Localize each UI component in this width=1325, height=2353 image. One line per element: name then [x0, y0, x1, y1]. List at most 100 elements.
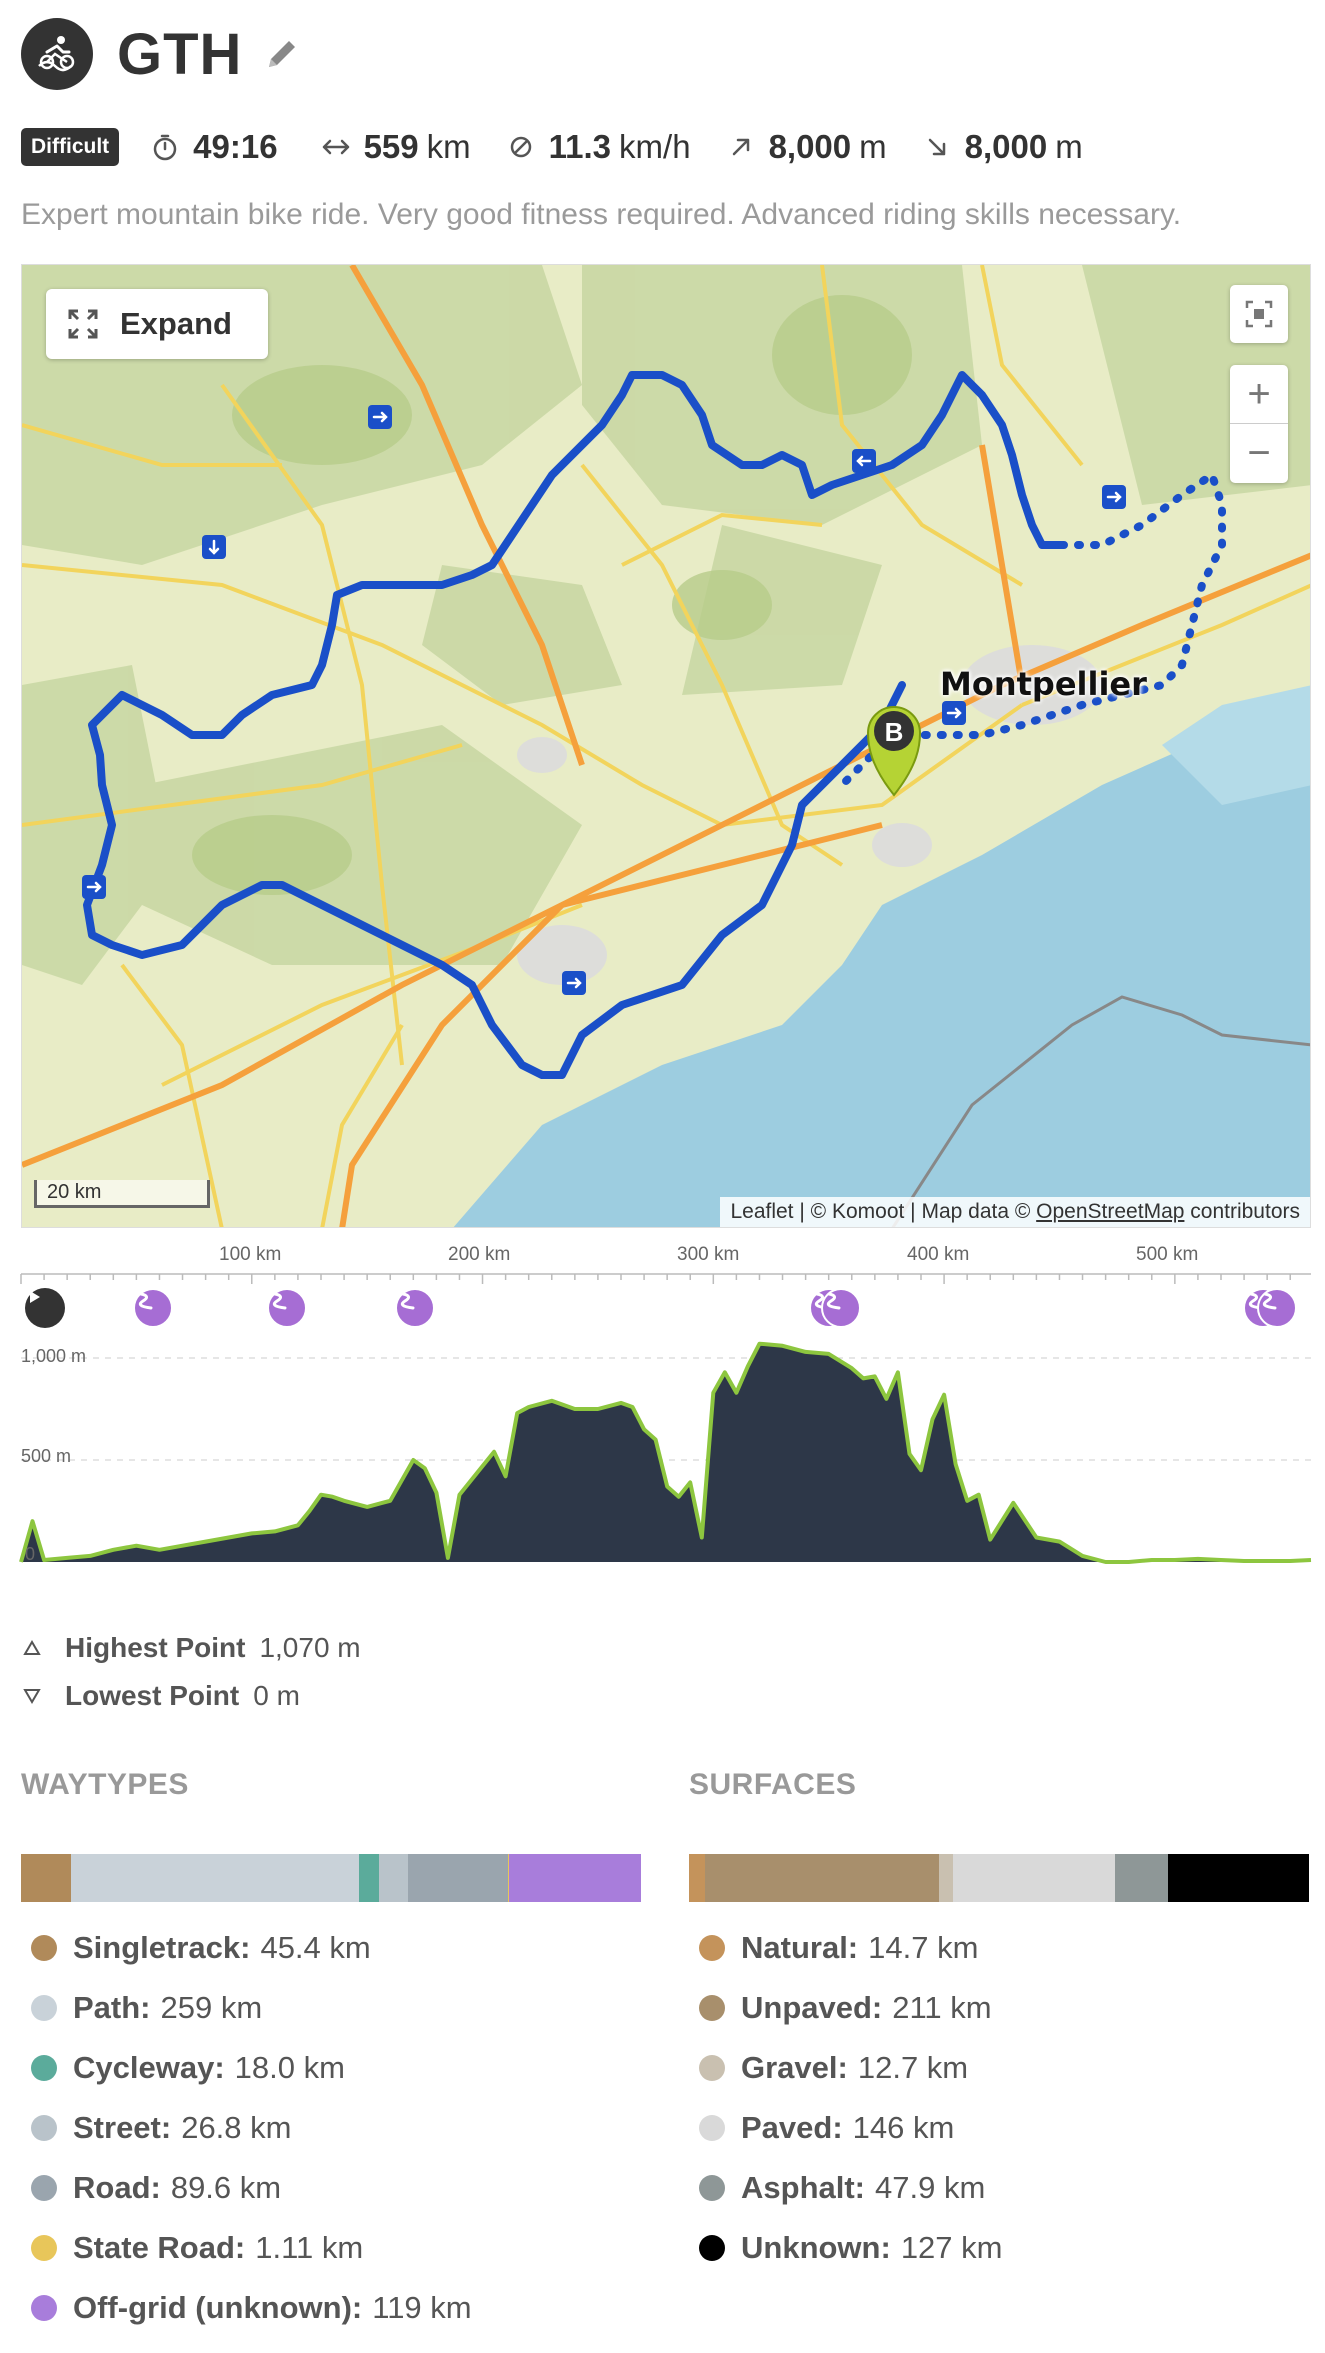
elevation-profile[interactable]: 100 km 200 km 300 km 400 km 500 km 1,000…	[19, 1240, 1312, 1570]
highlight-icon	[272, 1292, 287, 1310]
surfaces-legend-item[interactable]: Natural: 14.7 km	[689, 1918, 1309, 1978]
waytypes-bar[interactable]	[21, 1854, 641, 1902]
legend-color-dot	[31, 2295, 57, 2321]
legend-color-dot	[699, 2175, 725, 2201]
edit-title-button[interactable]	[260, 32, 304, 76]
zoom-out-button[interactable]: −	[1230, 424, 1288, 483]
altitude-tick-label: 0	[25, 1544, 36, 1564]
waytypes-legend-item[interactable]: Road: 89.6 km	[21, 2158, 641, 2218]
waytypes-legend-item[interactable]: Path: 259 km	[21, 1978, 641, 2038]
expand-icon	[68, 309, 98, 339]
legend-value: 259 km	[160, 1990, 263, 2025]
uphill-unit: m	[859, 128, 887, 165]
uphill-value: 8,000	[768, 128, 852, 165]
highlight-marker[interactable]	[267, 1288, 307, 1328]
attribution-text: | © Komoot | Map data ©	[793, 1200, 1037, 1223]
legend-label: Asphalt:	[741, 2170, 865, 2205]
uphill-stat: 8,000 m	[723, 128, 887, 166]
waytypes-legend-item[interactable]: Cycleway: 18.0 km	[21, 2038, 641, 2098]
highest-point-value: 1,070 m	[259, 1632, 361, 1663]
highlight-marker[interactable]	[1257, 1288, 1297, 1328]
surfaces-legend-item[interactable]: Paved: 146 km	[689, 2098, 1309, 2158]
distance-value: 559	[363, 128, 419, 165]
lowest-point-value: 0 m	[253, 1680, 300, 1711]
legend-value: 211 km	[892, 1990, 992, 2025]
downhill-value: 8,000	[964, 128, 1048, 165]
surfaces-legend-item[interactable]: Unpaved: 211 km	[689, 1978, 1309, 2038]
legend-value: 89.6 km	[170, 2170, 282, 2205]
legend-value: 146 km	[852, 2110, 955, 2145]
surfaces-bar-segment[interactable]	[1168, 1854, 1309, 1902]
highest-point-label: Highest Point	[65, 1632, 246, 1663]
recenter-icon	[1245, 300, 1273, 328]
legend-label: Paved:	[741, 2110, 843, 2145]
waytypes-legend: Singletrack: 45.4 km Path: 259 km Cycleway: 1…	[21, 1918, 641, 2338]
tour-description: Expert mountain bike ride. Very good fit…	[21, 198, 1182, 231]
surfaces-legend: Natural: 14.7 km Unpaved: 211 km Gravel: 12.7…	[689, 1918, 1309, 2278]
surfaces-bar-segment[interactable]	[939, 1854, 954, 1902]
surfaces-legend-item[interactable]: Gravel: 12.7 km	[689, 2038, 1309, 2098]
highlight-marker[interactable]	[395, 1288, 435, 1328]
surfaces-bar-segment[interactable]	[953, 1854, 1116, 1902]
legend-color-dot	[699, 2235, 725, 2261]
map-tiles[interactable]: B	[22, 265, 1311, 1228]
legend-label: Path:	[73, 1990, 151, 2025]
legend-color-dot	[31, 1935, 57, 1961]
legend-color-dot	[699, 2115, 725, 2141]
pencil-icon	[269, 41, 296, 67]
route-map[interactable]: B Expand + − Montpellier 20 km Leaflet |…	[21, 264, 1311, 1228]
elevation-extremes: Highest Point 1,070 m Lowest Point 0 m	[21, 1624, 361, 1720]
highlight-icon	[138, 1292, 153, 1310]
highlight-icon	[826, 1292, 841, 1310]
legend-color-dot	[31, 2115, 57, 2141]
elevation-chart[interactable]	[19, 1240, 1312, 1570]
surfaces-bar-segment[interactable]	[705, 1854, 940, 1902]
downhill-stat: 8,000 m	[919, 128, 1083, 166]
recenter-button[interactable]	[1230, 285, 1288, 343]
surfaces-legend-item[interactable]: Unknown: 127 km	[689, 2218, 1309, 2278]
waytypes-legend-item[interactable]: State Road: 1.11 km	[21, 2218, 641, 2278]
legend-value: 12.7 km	[857, 2050, 969, 2085]
attribution-suffix: contributors	[1184, 1200, 1300, 1223]
waytypes-bar-segment[interactable]	[408, 1854, 508, 1902]
distance-unit: km	[426, 128, 471, 165]
waytypes-section: WAYTYPES Singletrack: 45.4 km Path: 259 km C…	[21, 1768, 641, 2338]
leaflet-link[interactable]: Leaflet	[730, 1200, 793, 1223]
legend-label: Natural:	[741, 1930, 859, 1965]
highest-point-row: Highest Point 1,070 m	[21, 1624, 361, 1672]
legend-value: 14.7 km	[868, 1930, 979, 1965]
legend-label: Off-grid (unknown):	[73, 2290, 363, 2325]
highlight-marker[interactable]	[821, 1288, 861, 1328]
highlight-marker[interactable]	[133, 1288, 173, 1328]
downhill-unit: m	[1055, 128, 1083, 165]
waytypes-legend-item[interactable]: Singletrack: 45.4 km	[21, 1918, 641, 1978]
legend-value: 26.8 km	[181, 2110, 292, 2145]
altitude-tick-label: 500 m	[21, 1446, 72, 1466]
surfaces-bar-segment[interactable]	[1115, 1854, 1169, 1902]
legend-label: Unpaved:	[741, 1990, 883, 2025]
zoom-control: + −	[1230, 365, 1288, 483]
mountain-bike-icon	[21, 18, 93, 90]
waytypes-bar-segment[interactable]	[378, 1854, 409, 1902]
waytypes-legend-item[interactable]: Off-grid (unknown): 119 km	[21, 2278, 641, 2338]
surfaces-bar[interactable]	[689, 1854, 1309, 1902]
legend-label: Cycleway:	[73, 2050, 225, 2085]
expand-map-button[interactable]: Expand	[46, 289, 268, 359]
osm-link[interactable]: OpenStreetMap	[1036, 1200, 1184, 1223]
waytypes-bar-segment[interactable]	[508, 1854, 641, 1902]
surfaces-legend-item[interactable]: Asphalt: 47.9 km	[689, 2158, 1309, 2218]
surfaces-bar-segment[interactable]	[689, 1854, 706, 1902]
waytypes-bar-segment[interactable]	[358, 1854, 379, 1902]
zoom-in-button[interactable]: +	[1230, 365, 1288, 424]
legend-value: 1.11 km	[255, 2230, 364, 2265]
legend-label: Street:	[73, 2110, 172, 2145]
legend-value: 45.4 km	[260, 1930, 371, 1965]
tour-header: GTH	[21, 18, 304, 90]
play-button[interactable]	[25, 1288, 65, 1328]
waytypes-bar-segment[interactable]	[21, 1854, 72, 1902]
waytypes-legend-item[interactable]: Street: 26.8 km	[21, 2098, 641, 2158]
legend-color-dot	[31, 2235, 57, 2261]
waytypes-bar-segment[interactable]	[71, 1854, 359, 1902]
legend-value: 127 km	[900, 2230, 1003, 2265]
waypoint-label: B	[885, 717, 904, 747]
